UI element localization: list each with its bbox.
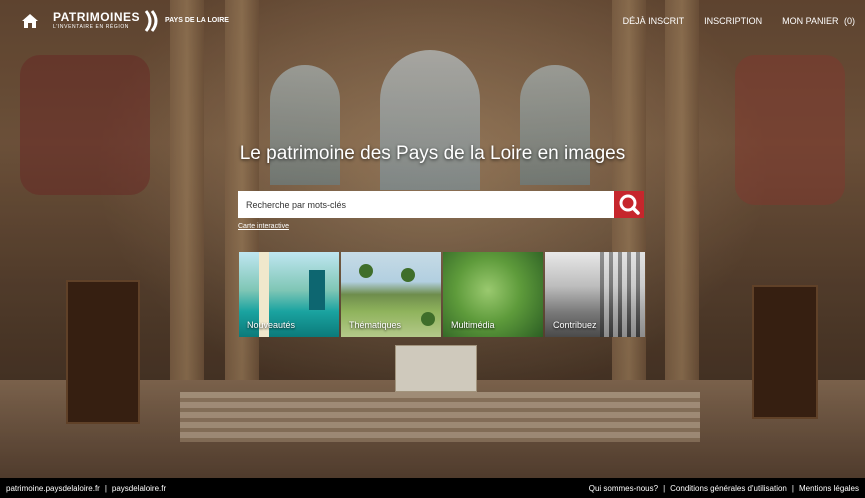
region-logo[interactable]: PAYS DE LA LOIRE <box>144 9 229 33</box>
home-icon[interactable] <box>22 14 38 28</box>
carte-interactive-link[interactable]: Carte interactive <box>238 223 289 230</box>
tile-nouveautes[interactable]: Nouveautés <box>239 252 339 337</box>
logo-secondary-text: L'INVENTAIRE EN RÉGION <box>53 24 130 30</box>
footer-link-qui-sommes-nous[interactable]: Qui sommes-nous? <box>589 484 658 493</box>
category-tiles: Nouveautés Thématiques Multimédia Contri… <box>239 252 645 337</box>
footer-link-cgu[interactable]: Conditions générales d'utilisation <box>670 484 787 493</box>
site-header: PATRIMOINES L'INVENTAIRE EN RÉGION PAYS … <box>0 0 865 44</box>
tile-contribuez[interactable]: Contribuez <box>545 252 645 337</box>
region-mark-icon <box>144 10 158 32</box>
top-nav: DÉJÀ INSCRIT INSCRIPTION MON PANIER (0) <box>603 16 855 26</box>
page-title: Le patrimoine des Pays de la Loire en im… <box>239 143 626 164</box>
search-icon <box>619 194 640 215</box>
footer-separator: | <box>663 484 666 493</box>
region-logo-text: PAYS DE LA LOIRE <box>165 17 229 24</box>
deja-inscrit-link[interactable]: DÉJÀ INSCRIT <box>623 16 685 26</box>
footer-link-mentions-legales[interactable]: Mentions légales <box>799 484 859 493</box>
search-input[interactable] <box>238 191 614 218</box>
tile-label: Thématiques <box>349 320 402 330</box>
cart-label: MON PANIER <box>782 16 839 26</box>
tile-image-detail <box>359 264 373 278</box>
background-church-interior <box>0 0 865 478</box>
tile-thematiques[interactable]: Thématiques <box>341 252 441 337</box>
search-button[interactable] <box>614 191 644 218</box>
footer-left-links: patrimoine.paysdelaloire.fr | paysdelaloir… <box>6 484 166 493</box>
tile-image-detail <box>401 268 415 282</box>
footer-link-paysdelaloire[interactable]: paysdelaloire.fr <box>112 484 166 493</box>
tile-label: Multimédia <box>451 320 495 330</box>
footer-link-patrimoine[interactable]: patrimoine.paysdelaloire.fr <box>6 484 100 493</box>
inscription-link[interactable]: INSCRIPTION <box>704 16 762 26</box>
site-footer: patrimoine.paysdelaloire.fr | paysdelaloir… <box>0 478 865 498</box>
tile-multimedia[interactable]: Multimédia <box>443 252 543 337</box>
tile-image-detail <box>600 252 645 337</box>
cart-count: (0) <box>844 16 855 26</box>
cart-link[interactable]: MON PANIER (0) <box>782 16 855 26</box>
patrimoines-logo[interactable]: PATRIMOINES L'INVENTAIRE EN RÉGION <box>53 10 141 31</box>
tile-image-detail <box>421 312 435 326</box>
tile-label: Contribuez <box>553 320 597 330</box>
tile-label: Nouveautés <box>247 320 296 330</box>
tile-image-detail <box>309 270 325 310</box>
footer-separator: | <box>104 484 107 493</box>
logo-primary-text: PATRIMOINES <box>53 10 141 24</box>
footer-separator: | <box>791 484 794 493</box>
footer-right-links: Qui sommes-nous? | Conditions générales d'… <box>589 484 859 493</box>
